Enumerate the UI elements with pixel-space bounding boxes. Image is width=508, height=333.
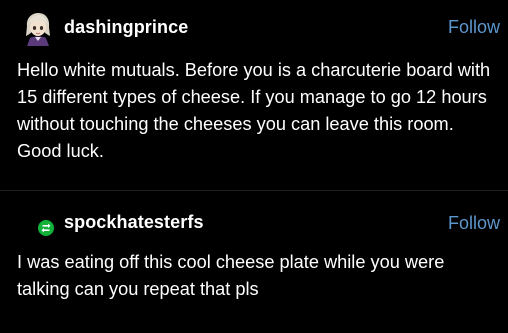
- post-body-text: Hello white mutuals. Before you is a cha…: [17, 60, 491, 161]
- follow-button[interactable]: Follow: [448, 213, 500, 234]
- avatar[interactable]: [24, 12, 52, 46]
- anime-character-avatar-icon: [26, 13, 50, 46]
- username[interactable]: dashingprince: [64, 17, 188, 38]
- post-divider: [0, 190, 508, 191]
- post-spockhatesterfs: spockhatesterfs Follow I was eating off …: [0, 192, 508, 333]
- reblog-icon: [41, 223, 51, 233]
- username[interactable]: spockhatesterfs: [64, 212, 204, 233]
- follow-button[interactable]: Follow: [448, 17, 500, 38]
- post-dashingprince: dashingprince Follow Hello white mutuals…: [0, 0, 508, 190]
- avatar[interactable]: [38, 220, 54, 236]
- post-body-text: I was eating off this cool cheese plate …: [17, 252, 445, 299]
